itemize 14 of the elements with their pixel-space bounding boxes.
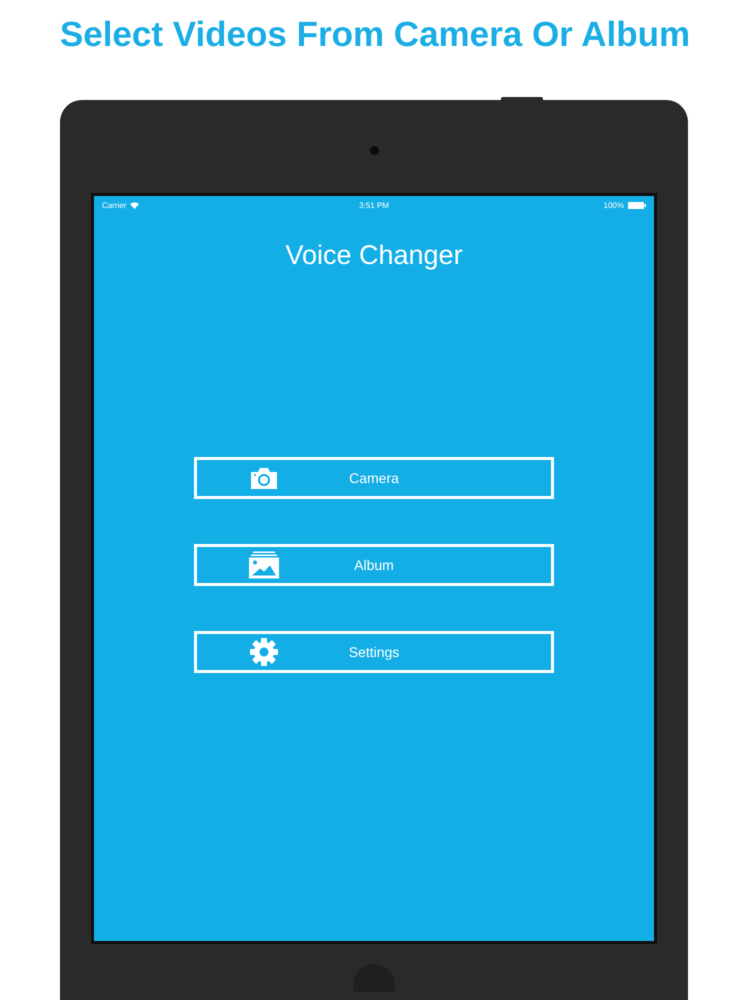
picture-stack-icon — [249, 552, 279, 578]
carrier-label: Carrier — [102, 200, 126, 210]
headline: Select Videos From Camera Or Album — [60, 14, 690, 56]
battery-percent: 100% — [604, 200, 624, 210]
app-title: Voice Changer — [285, 240, 463, 271]
settings-icon — [249, 637, 279, 667]
front-camera — [370, 146, 378, 155]
menu-button[interactable]: Settings — [194, 631, 554, 673]
menu-button[interactable]: Album — [194, 544, 554, 586]
status-time: 3:51 PM — [359, 200, 389, 210]
wifi-icon — [130, 202, 140, 208]
camera-icon — [249, 467, 279, 489]
menu-button[interactable]: Camera — [194, 457, 554, 499]
battery-icon — [628, 202, 646, 208]
